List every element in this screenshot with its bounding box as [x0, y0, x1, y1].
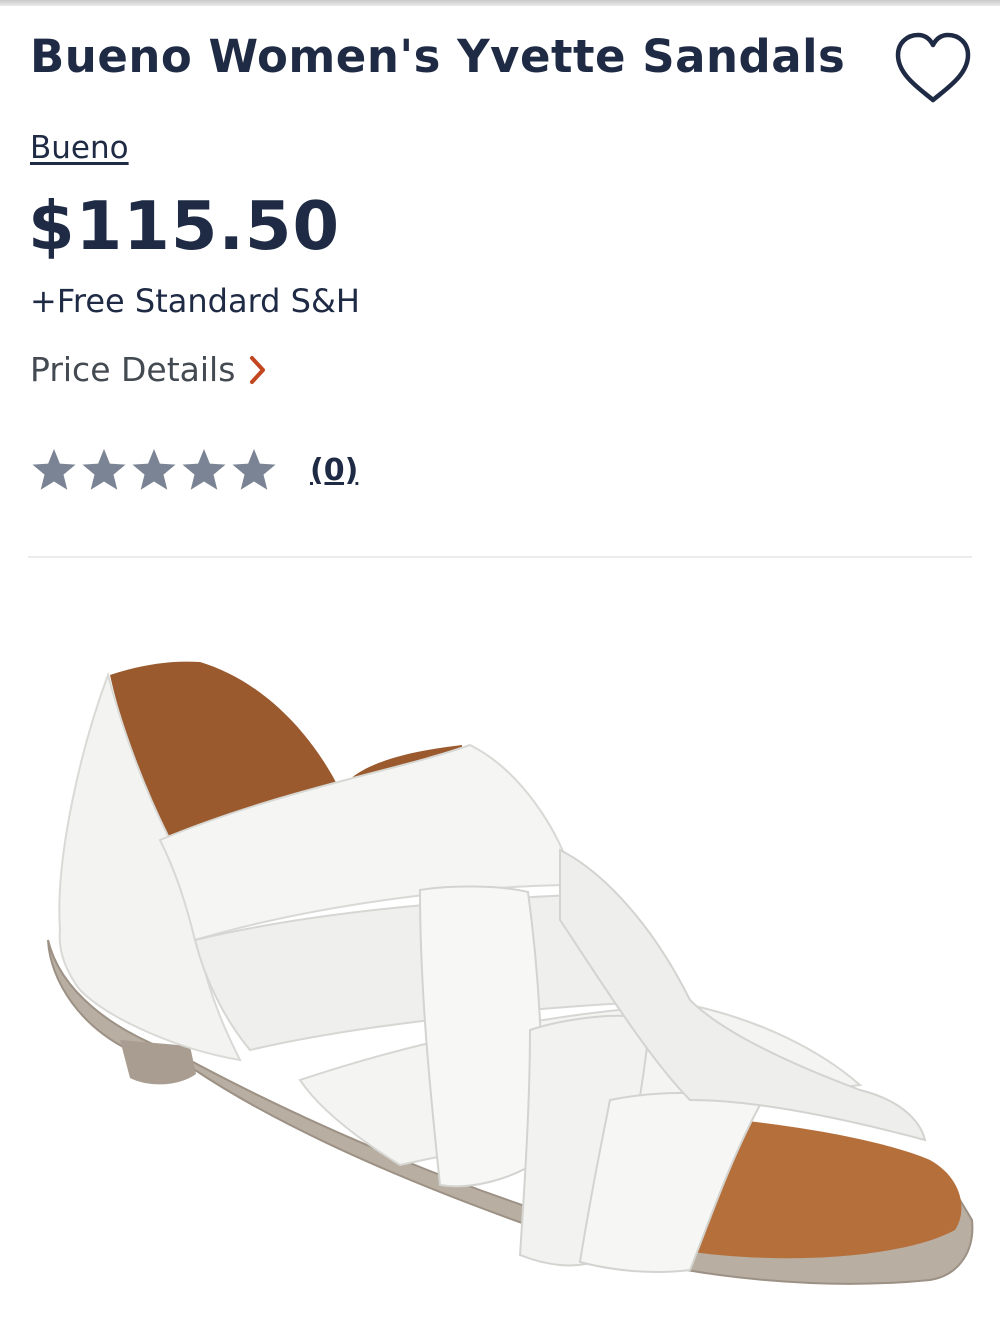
rating-row: (0)	[30, 446, 358, 494]
sandal-strap-vertical	[418, 885, 543, 1188]
favorite-button[interactable]	[890, 30, 976, 110]
star-icon	[232, 449, 276, 490]
star-icon	[132, 449, 176, 490]
heart-icon	[895, 32, 971, 103]
star-icon	[182, 449, 226, 490]
star-icon	[32, 449, 76, 490]
review-count-link[interactable]: (0)	[310, 453, 358, 488]
top-edge-bar	[0, 0, 1000, 6]
product-image[interactable]	[0, 600, 1000, 1333]
price-details-link[interactable]: Price Details	[30, 350, 267, 389]
star-icon	[82, 449, 126, 490]
price-details-label: Price Details	[30, 350, 236, 389]
star-rating	[30, 446, 280, 494]
product-title: Bueno Women's Yvette Sandals	[30, 30, 846, 83]
chevron-right-icon	[250, 355, 266, 384]
product-price: $115.50	[28, 187, 341, 265]
brand-link[interactable]: Bueno	[30, 130, 129, 166]
section-divider	[28, 556, 972, 558]
shipping-info: +Free Standard S&H	[30, 282, 360, 320]
